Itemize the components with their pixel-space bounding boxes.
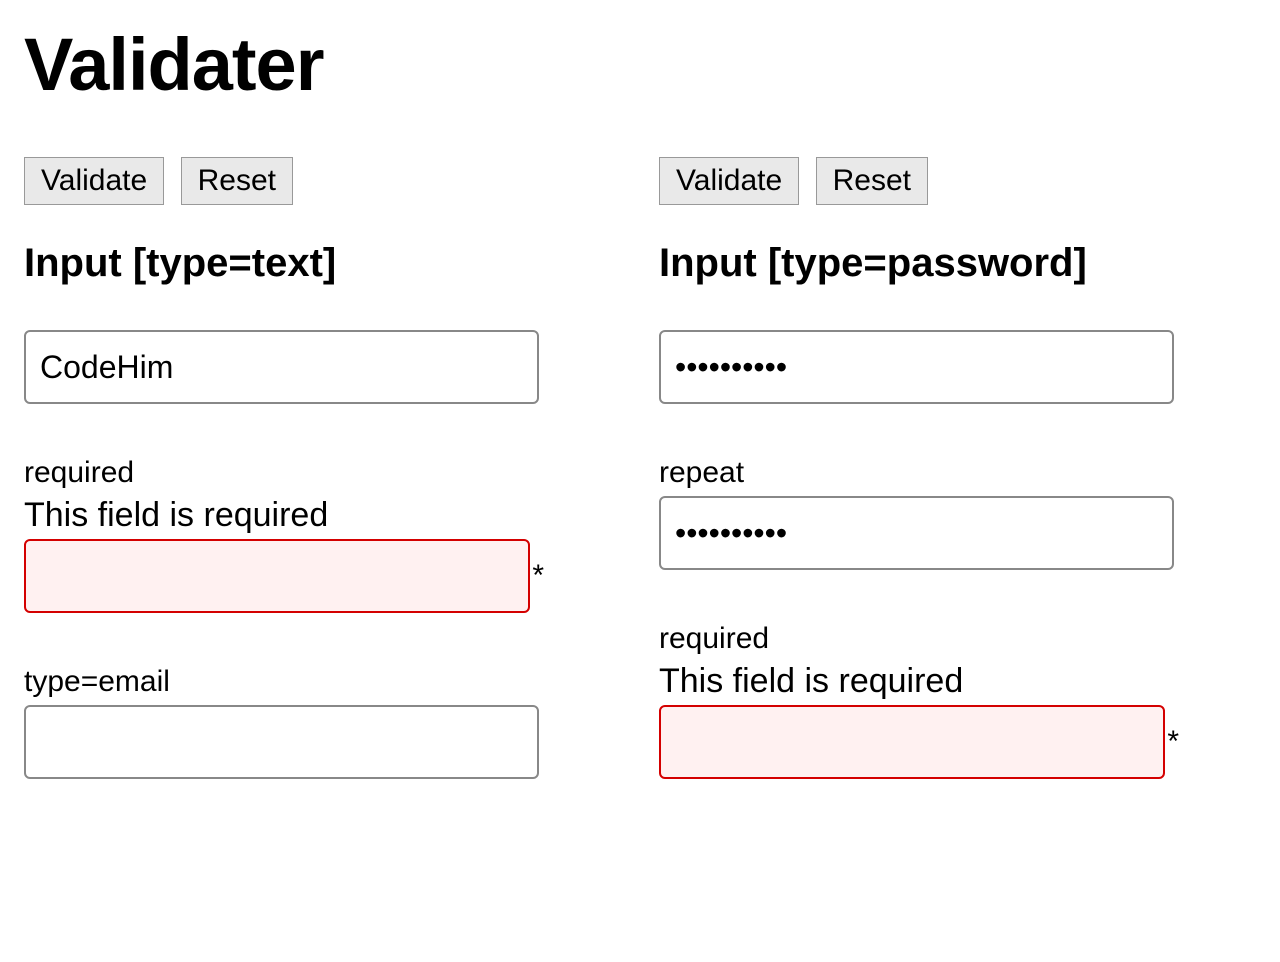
field-email: type=email bbox=[24, 665, 544, 779]
email-input[interactable] bbox=[24, 705, 539, 779]
password-repeat-input[interactable] bbox=[659, 496, 1174, 570]
column-right: Validate Reset Input [type=password] rep… bbox=[659, 157, 1179, 831]
field-text-plain bbox=[24, 330, 544, 404]
field-password bbox=[659, 330, 1179, 404]
error-required-right: This field is required bbox=[659, 662, 1179, 701]
reset-button-left[interactable]: Reset bbox=[181, 157, 293, 205]
columns: Validate Reset Input [type=text] require… bbox=[24, 157, 1256, 831]
validate-button-right[interactable]: Validate bbox=[659, 157, 799, 205]
field-password-required: required This field is required * bbox=[659, 622, 1179, 779]
label-email: type=email bbox=[24, 665, 544, 699]
field-password-repeat: repeat bbox=[659, 456, 1179, 570]
button-row-right: Validate Reset bbox=[659, 157, 1179, 205]
label-required-right: required bbox=[659, 622, 1179, 656]
label-repeat: repeat bbox=[659, 456, 1179, 490]
asterisk-icon: * bbox=[1167, 727, 1179, 757]
asterisk-icon: * bbox=[532, 561, 544, 591]
password-input[interactable] bbox=[659, 330, 1174, 404]
column-left: Validate Reset Input [type=text] require… bbox=[24, 157, 544, 831]
heading-right: Input [type=password] bbox=[659, 241, 1179, 286]
password-required-input[interactable] bbox=[659, 705, 1165, 779]
label-required: required bbox=[24, 456, 544, 490]
heading-left: Input [type=text] bbox=[24, 241, 544, 286]
button-row-left: Validate Reset bbox=[24, 157, 544, 205]
validate-button-left[interactable]: Validate bbox=[24, 157, 164, 205]
reset-button-right[interactable]: Reset bbox=[816, 157, 928, 205]
text-input[interactable] bbox=[24, 330, 539, 404]
error-required: This field is required bbox=[24, 496, 544, 535]
text-required-input[interactable] bbox=[24, 539, 530, 613]
page-title: Validater bbox=[24, 22, 1256, 107]
field-text-required: required This field is required * bbox=[24, 456, 544, 613]
